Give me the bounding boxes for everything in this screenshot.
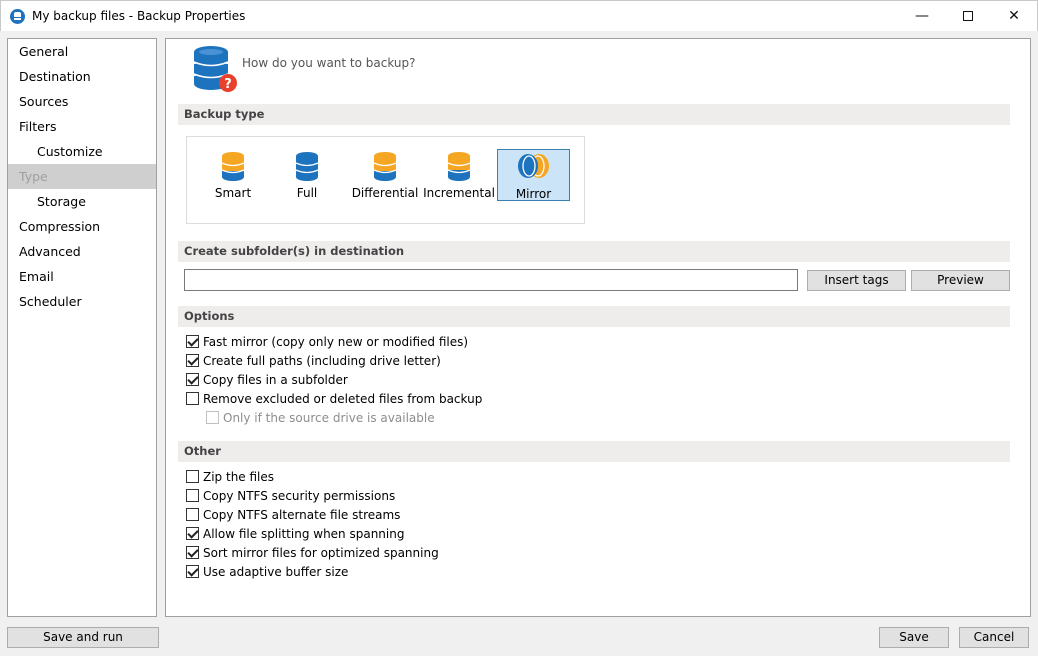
differential-backup-icon	[373, 152, 397, 181]
backup-type-differential-label: Differential	[351, 186, 419, 200]
svg-text:?: ?	[224, 77, 232, 92]
close-icon: ✕	[1008, 8, 1020, 24]
header-question: How do you want to backup?	[242, 56, 416, 70]
section-backup-type: Backup type	[178, 104, 1010, 125]
backup-type-full-label: Full	[296, 186, 318, 200]
cancel-button[interactable]: Cancel	[959, 627, 1029, 648]
subfolder-input[interactable]	[184, 269, 798, 291]
database-question-icon: ?	[193, 46, 237, 92]
other-zip-files[interactable]: Zip the files	[186, 469, 274, 487]
option-label: Create full paths (including drive lette…	[203, 354, 441, 368]
maximize-icon	[963, 11, 973, 21]
option-label: Use adaptive buffer size	[203, 565, 349, 579]
backup-type-full[interactable]: Full	[277, 149, 337, 201]
close-button[interactable]: ✕	[991, 1, 1037, 31]
title-bar: My backup files - Backup Properties — ✕	[0, 0, 1038, 31]
main-panel: ? How do you want to backup? Backup type…	[165, 38, 1031, 617]
other-adaptive-buffer[interactable]: Use adaptive buffer size	[186, 564, 348, 582]
backup-type-smart-label: Smart	[214, 186, 252, 200]
option-label: Only if the source drive is available	[223, 411, 435, 425]
sidebar-item-type[interactable]: Type	[8, 164, 156, 189]
sidebar-item-storage[interactable]: Storage	[8, 189, 156, 214]
checkbox[interactable]	[186, 335, 199, 348]
option-remove-excluded[interactable]: Remove excluded or deleted files from ba…	[186, 391, 482, 409]
window-title: My backup files - Backup Properties	[32, 9, 246, 23]
section-create-subfolder: Create subfolder(s) in destination	[178, 241, 1010, 262]
option-fast-mirror[interactable]: Fast mirror (copy only new or modified f…	[186, 334, 468, 352]
checkbox[interactable]	[186, 392, 199, 405]
checkbox[interactable]	[186, 565, 199, 578]
full-backup-icon	[295, 152, 319, 181]
option-label: Fast mirror (copy only new or modified f…	[203, 335, 469, 349]
save-and-run-button[interactable]: Save and run	[7, 627, 159, 648]
mirror-backup-icon	[518, 154, 549, 178]
option-label: Zip the files	[203, 470, 275, 484]
sidebar-item-sources[interactable]: Sources	[8, 89, 156, 114]
option-label: Allow file splitting when spanning	[203, 527, 405, 541]
checkbox[interactable]	[186, 489, 199, 502]
minimize-button[interactable]: —	[899, 1, 945, 31]
backup-type-incremental[interactable]: Incremental	[423, 149, 495, 201]
sidebar-item-customize[interactable]: Customize	[8, 139, 156, 164]
sidebar-item-destination[interactable]: Destination	[8, 64, 156, 89]
option-label: Remove excluded or deleted files from ba…	[203, 392, 483, 406]
sidebar-item-compression[interactable]: Compression	[8, 214, 156, 239]
other-copy-ntfs-streams[interactable]: Copy NTFS alternate file streams	[186, 507, 400, 525]
backup-type-mirror-label: Mirror	[515, 187, 552, 201]
checkbox[interactable]	[186, 527, 199, 540]
checkbox[interactable]	[186, 546, 199, 559]
checkbox[interactable]	[186, 470, 199, 483]
sidebar-item-scheduler[interactable]: Scheduler	[8, 289, 156, 314]
save-button[interactable]: Save	[879, 627, 949, 648]
sidebar-item-advanced[interactable]: Advanced	[8, 239, 156, 264]
sidebar-item-general[interactable]: General	[8, 39, 156, 64]
section-other: Other	[178, 441, 1010, 462]
checkbox	[206, 411, 219, 424]
other-allow-file-splitting[interactable]: Allow file splitting when spanning	[186, 526, 404, 544]
sidebar-item-filters[interactable]: Filters	[8, 114, 156, 139]
maximize-button[interactable]	[945, 1, 991, 31]
backup-type-differential[interactable]: Differential	[350, 149, 420, 201]
backup-type-incremental-label: Incremental	[423, 186, 495, 200]
preview-button[interactable]: Preview	[911, 270, 1010, 291]
option-copy-in-subfolder[interactable]: Copy files in a subfolder	[186, 372, 348, 390]
other-copy-ntfs-permissions[interactable]: Copy NTFS security permissions	[186, 488, 395, 506]
insert-tags-button[interactable]: Insert tags	[807, 270, 906, 291]
option-label: Copy NTFS security permissions	[203, 489, 396, 503]
sidebar-nav: General Destination Sources Filters Cust…	[7, 38, 157, 617]
option-label: Copy NTFS alternate file streams	[203, 508, 401, 522]
backup-type-smart[interactable]: Smart	[202, 149, 264, 201]
option-only-if-source-available: Only if the source drive is available	[206, 410, 435, 428]
backup-type-group: Smart Full Differential Incremental Mirr…	[186, 136, 585, 224]
app-icon	[10, 9, 25, 24]
section-options: Options	[178, 306, 1010, 327]
incremental-backup-icon	[447, 152, 471, 181]
checkbox[interactable]	[186, 373, 199, 386]
other-sort-mirror-files[interactable]: Sort mirror files for optimized spanning	[186, 545, 439, 563]
checkbox[interactable]	[186, 354, 199, 367]
option-create-full-paths[interactable]: Create full paths (including drive lette…	[186, 353, 441, 371]
sidebar-item-email[interactable]: Email	[8, 264, 156, 289]
minimize-icon: —	[915, 8, 929, 24]
backup-type-mirror[interactable]: Mirror	[497, 149, 570, 201]
option-label: Copy files in a subfolder	[203, 373, 348, 387]
checkbox[interactable]	[186, 508, 199, 521]
option-label: Sort mirror files for optimized spanning	[203, 546, 439, 560]
smart-backup-icon	[221, 152, 245, 181]
